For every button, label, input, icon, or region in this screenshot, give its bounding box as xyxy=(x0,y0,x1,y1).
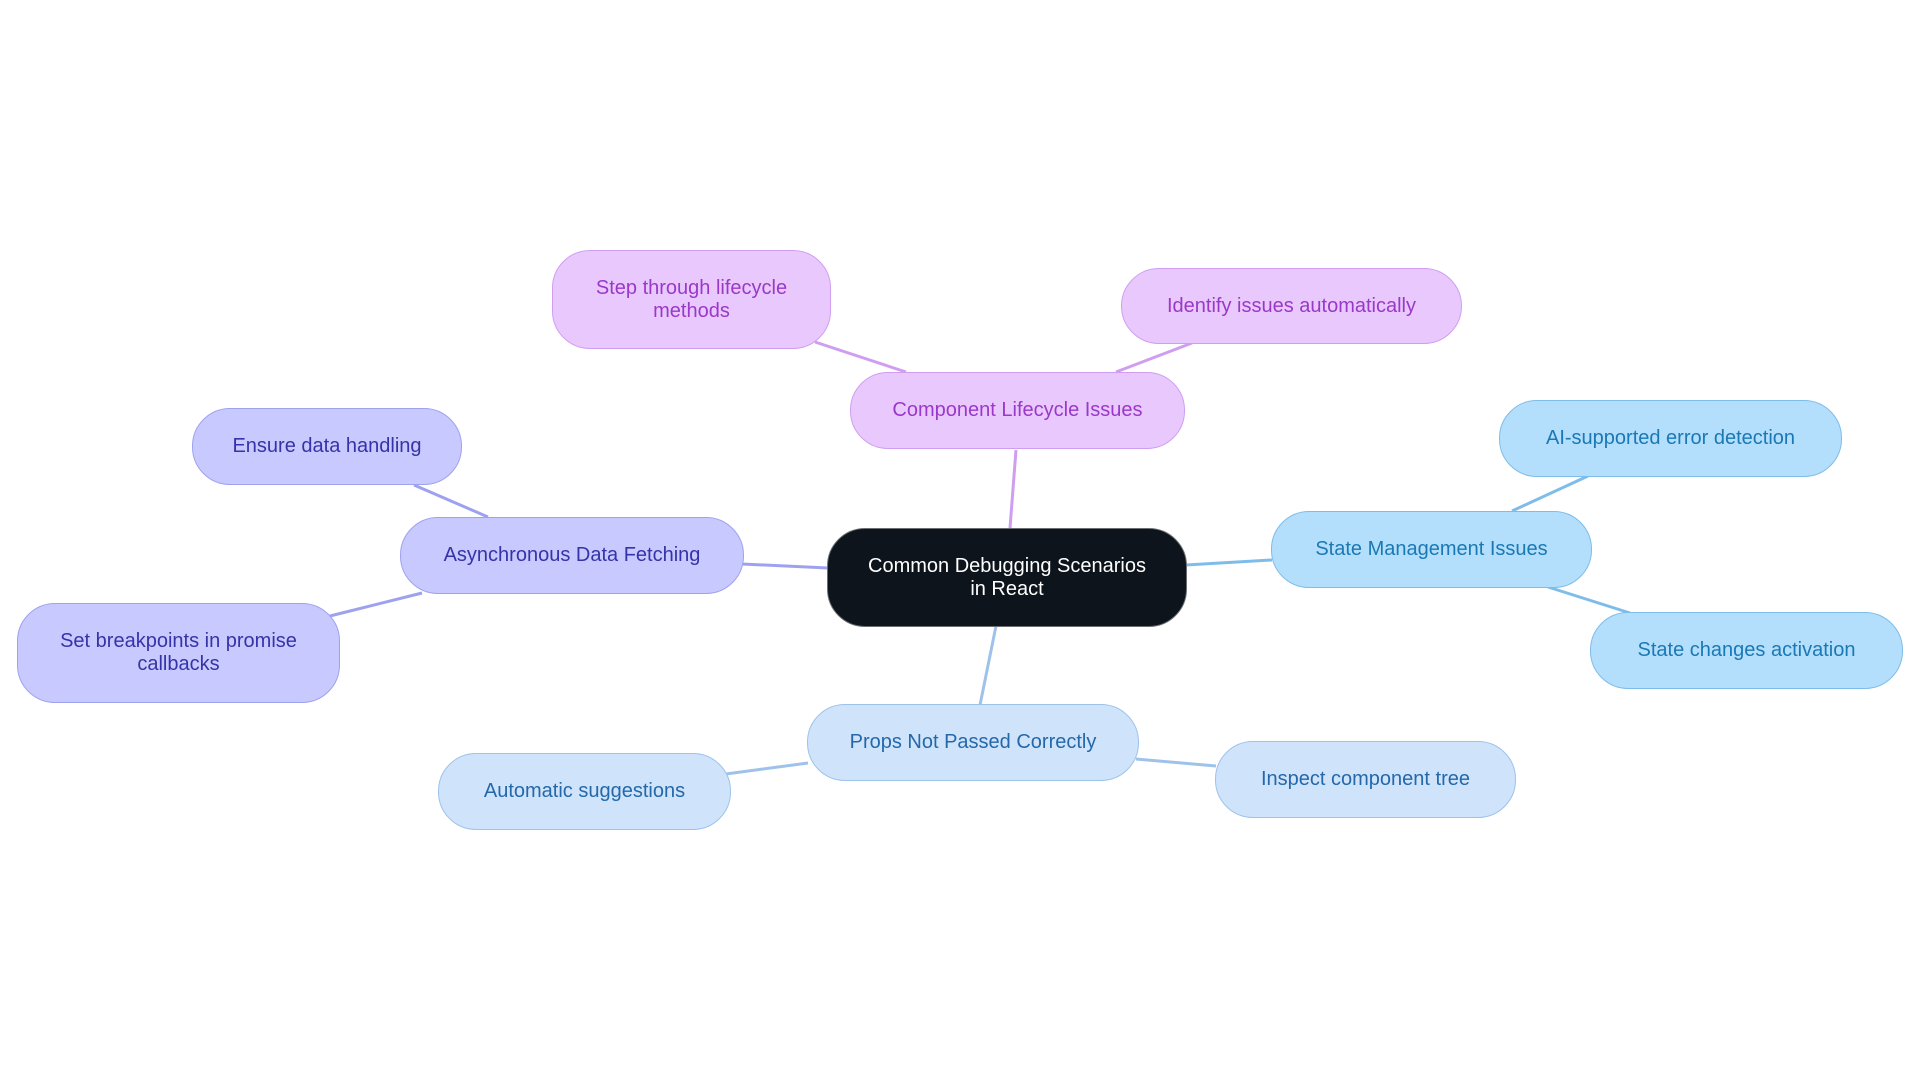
leaf-node-inspect-component-tree[interactable]: Inspect component tree xyxy=(1215,741,1516,818)
branch-node-component-lifecycle[interactable]: Component Lifecycle Issues xyxy=(850,372,1185,449)
leaf-label-line-2: methods xyxy=(653,299,730,322)
leaf-label: Automatic suggestions xyxy=(483,780,686,802)
edge-root-props xyxy=(978,625,998,706)
branch-node-state-management[interactable]: State Management Issues xyxy=(1271,511,1592,588)
leaf-node-set-breakpoints[interactable]: Set breakpoints in promise callbacks xyxy=(17,603,340,703)
leaf-label-line-1: Step through lifecycle xyxy=(595,276,788,299)
edge-props-auto xyxy=(725,761,809,776)
edge-async-breakpoints xyxy=(329,591,423,618)
leaf-node-ai-error-detection[interactable]: AI-supported error detection xyxy=(1499,400,1842,477)
leaf-label-line-2: callbacks xyxy=(137,653,220,675)
leaf-label: State changes activation xyxy=(1637,639,1856,661)
leaf-node-step-through-lifecycle[interactable]: Step through lifecycle methods xyxy=(552,250,831,349)
branch-label: Asynchronous Data Fetching xyxy=(443,544,701,566)
edge-state-ai xyxy=(1511,474,1589,513)
branch-label: State Management Issues xyxy=(1315,538,1548,560)
edge-lifecycle-step xyxy=(814,340,907,374)
branch-label: Props Not Passed Correctly xyxy=(849,731,1097,753)
edge-lifecycle-identify xyxy=(1115,341,1193,374)
branch-node-async-data-fetching[interactable]: Asynchronous Data Fetching xyxy=(400,517,744,594)
root-node[interactable]: Common Debugging Scenarios in React xyxy=(827,528,1187,627)
leaf-node-automatic-suggestions[interactable]: Automatic suggestions xyxy=(438,753,731,830)
leaf-node-identify-issues[interactable]: Identify issues automatically xyxy=(1121,268,1462,344)
root-label-line-1: Common Debugging Scenarios xyxy=(868,554,1146,577)
leaf-label-line-1: Set breakpoints in promise xyxy=(60,630,297,652)
mind-map: Common Debugging Scenarios in React Comp… xyxy=(0,0,1920,1083)
edge-async-ensure xyxy=(413,483,489,519)
edge-root-state xyxy=(1185,558,1273,567)
leaf-node-ensure-data-handling[interactable]: Ensure data handling xyxy=(192,408,462,485)
leaf-label: Identify issues automatically xyxy=(1166,294,1416,317)
root-label-line-2: in React xyxy=(970,577,1044,600)
edge-root-lifecycle xyxy=(1008,449,1018,529)
leaf-label: AI-supported error detection xyxy=(1545,427,1796,449)
leaf-node-state-changes-activation[interactable]: State changes activation xyxy=(1590,612,1903,689)
edge-state-changes xyxy=(1547,585,1631,615)
branch-label: Component Lifecycle Issues xyxy=(892,399,1143,421)
leaf-label: Inspect component tree xyxy=(1260,768,1470,790)
branch-node-props-not-passed[interactable]: Props Not Passed Correctly xyxy=(807,704,1139,781)
leaf-label: Ensure data handling xyxy=(232,435,422,457)
edge-root-async xyxy=(741,562,829,570)
edge-props-inspect xyxy=(1135,757,1217,768)
